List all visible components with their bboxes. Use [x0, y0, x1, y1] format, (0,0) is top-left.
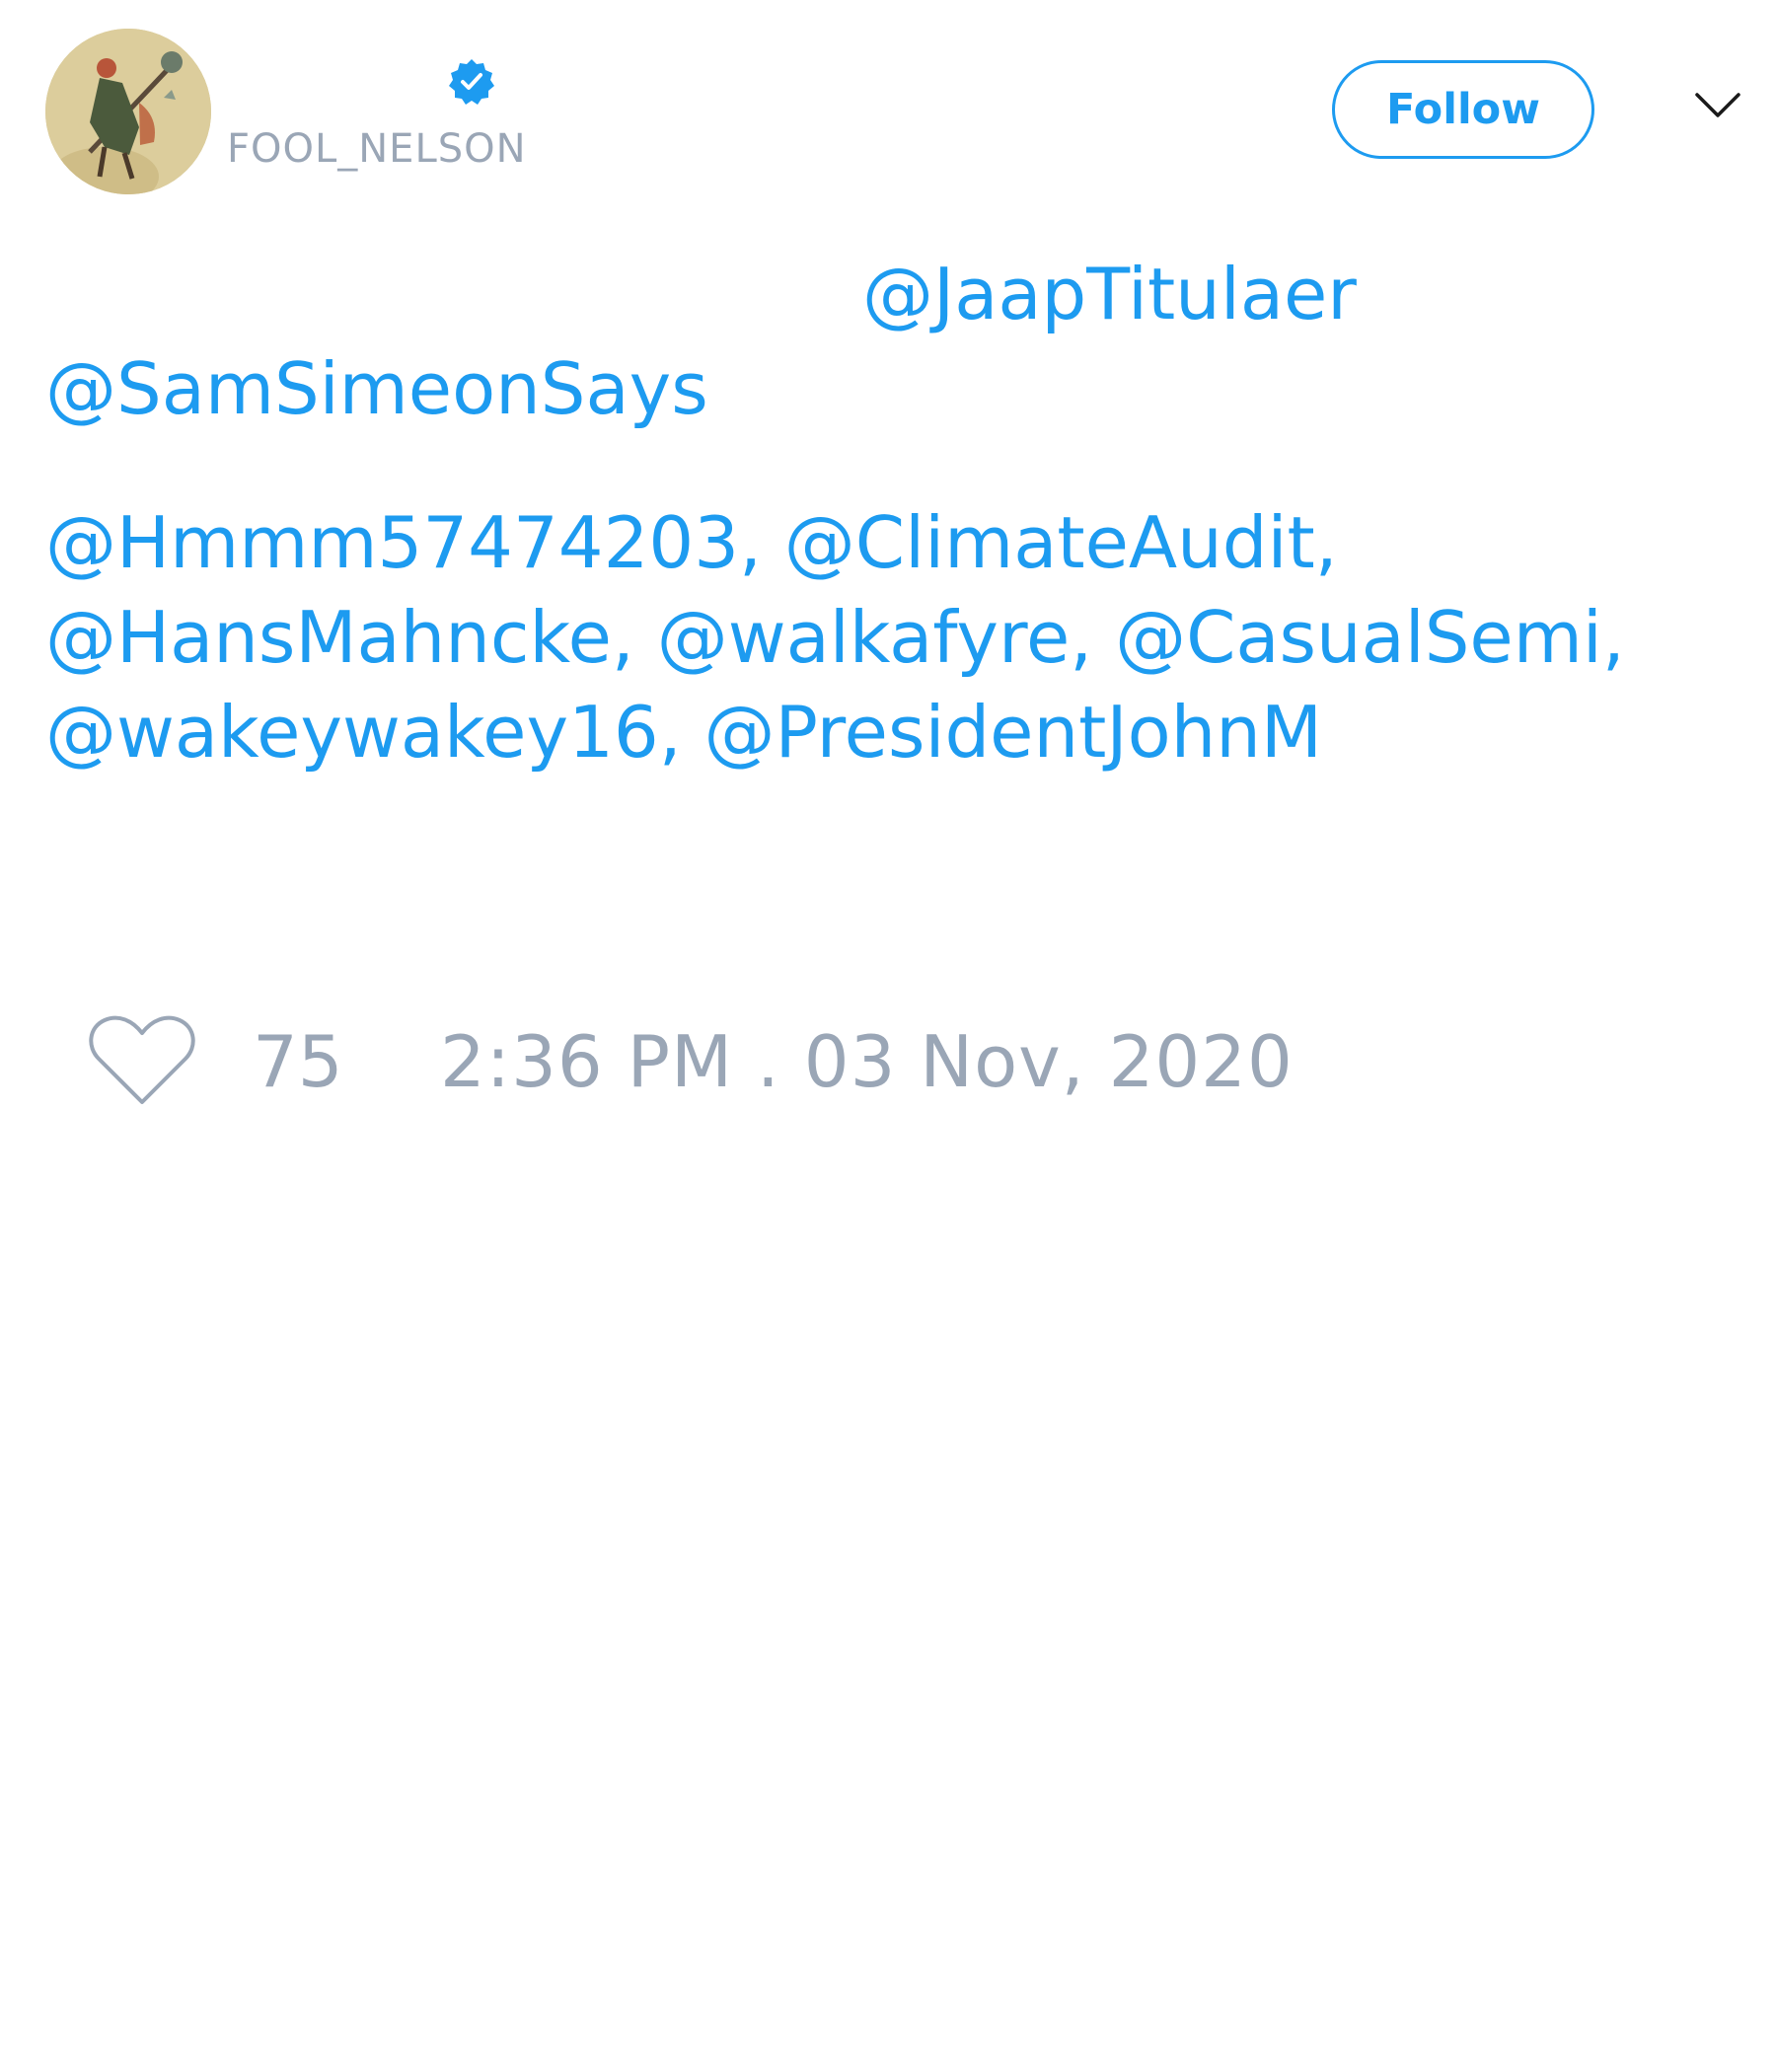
tweet-line-2: @SamSimeonSays — [45, 341, 1723, 436]
author-handle[interactable]: FOOL_NELSON — [227, 126, 527, 172]
tweet-timestamp[interactable]: 2:36 PM . 03 Nov, 2020 — [440, 1020, 1294, 1103]
tweet-line-4: @HansMahncke, @walkafyre, @CasualSemi, — [45, 590, 1723, 685]
mention-link[interactable]: @HansMahncke, — [45, 596, 634, 679]
mention-link[interactable]: @Hmmm57474203, — [45, 501, 762, 584]
avatar-image-icon — [45, 29, 211, 194]
chevron-down-icon[interactable] — [1694, 91, 1741, 120]
mention-link[interactable]: @CasualSemi, — [1115, 596, 1625, 679]
verified-badge-icon — [449, 59, 494, 105]
tweet-line-1: @JaapTitulaer — [45, 247, 1723, 341]
follow-button[interactable]: Follow — [1332, 60, 1594, 159]
tweet-line-5: @wakeywakey16, @PresidentJohnM — [45, 685, 1723, 779]
mention-link[interactable]: @PresidentJohnM — [703, 691, 1322, 774]
mention-link[interactable]: @wakeywakey16, — [45, 691, 682, 774]
mention-link[interactable]: @ClimateAudit, — [784, 501, 1338, 584]
mention-link[interactable]: @JaapTitulaer — [862, 253, 1357, 335]
like-count: 75 — [253, 1020, 343, 1103]
tweet-text: @JaapTitulaer @SamSimeonSays @Hmmm574742… — [45, 247, 1723, 779]
heart-icon[interactable] — [87, 1011, 197, 1110]
tweet-line-3: @Hmmm57474203, @ClimateAudit, — [45, 495, 1723, 590]
tweet-spacer — [45, 436, 1723, 495]
avatar[interactable] — [45, 29, 211, 194]
mention-link[interactable]: @walkafyre, — [657, 596, 1092, 679]
mention-link[interactable]: @SamSimeonSays — [45, 347, 708, 430]
